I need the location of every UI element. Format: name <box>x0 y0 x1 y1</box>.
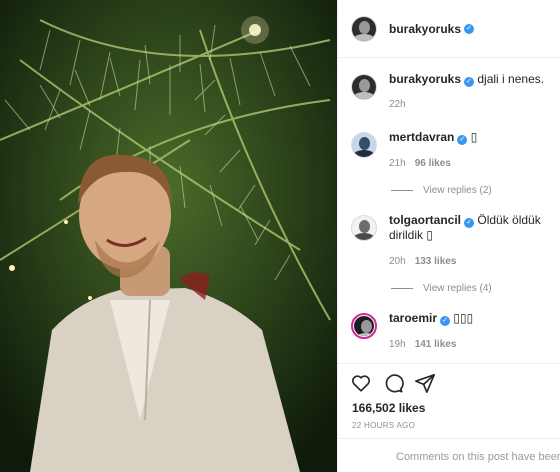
commenter-avatar[interactable] <box>351 215 377 241</box>
view-replies-button[interactable]: View replies (2) <box>391 185 560 196</box>
commenter-avatar[interactable] <box>351 313 377 339</box>
share-icon[interactable] <box>414 372 436 394</box>
author-avatar[interactable] <box>351 15 377 42</box>
comment-username[interactable]: tolgaortancil <box>389 213 461 227</box>
caption-avatar[interactable] <box>351 74 377 100</box>
comment-text: ▯ <box>470 130 478 144</box>
view-replies-label: View replies (2) <box>423 185 492 196</box>
post-actions: 166,502 likes 22 HOURS AGO Comments on t… <box>338 363 560 472</box>
comment-time[interactable]: 19h <box>389 339 406 350</box>
likes-count[interactable]: 166,502 likes <box>352 401 560 415</box>
post-timestamp[interactable]: 22 HOURS AGO <box>352 421 560 430</box>
verified-icon: ✓ <box>440 316 451 326</box>
comment-icon[interactable] <box>382 372 404 394</box>
verified-icon: ✓ <box>464 77 475 87</box>
comment-text: ▯▯▯ <box>453 311 474 325</box>
photo-image <box>0 0 337 472</box>
caption-time[interactable]: 22h <box>389 99 406 110</box>
comment-username[interactable]: taroemir <box>389 311 437 325</box>
comment-likes[interactable]: 133 likes <box>415 256 457 267</box>
caption-text: djali i nenes. <box>477 72 545 86</box>
verified-icon: ✓ <box>464 23 475 34</box>
list-item: tolgaortancil ✓ Öldük öldük dirildik ▯ 20… <box>351 213 560 269</box>
caption-username[interactable]: burakyoruks <box>389 72 461 86</box>
list-item: taroemir ✓ ▯▯▯ 19h 141 likes <box>351 311 560 352</box>
view-replies-label: View replies (4) <box>423 283 492 294</box>
post-side-panel: burakyoruks ✓ burakyoruks ✓ djali i nenes… <box>337 0 560 472</box>
view-replies-button[interactable]: View replies (4) <box>391 283 560 294</box>
commenter-avatar[interactable] <box>351 132 377 158</box>
post-photo[interactable] <box>0 0 337 472</box>
heart-icon[interactable] <box>350 372 372 394</box>
comment-time[interactable]: 20h <box>389 256 406 267</box>
comment-username[interactable]: mertdavran <box>389 130 454 144</box>
post-header: burakyoruks ✓ <box>338 0 560 58</box>
list-item: mertdavran ✓ ▯ 21h 96 likes <box>351 130 560 171</box>
verified-icon: ✓ <box>464 218 475 228</box>
comment-likes[interactable]: 96 likes <box>415 158 451 169</box>
author-username[interactable]: burakyoruks <box>389 22 461 36</box>
comment-time[interactable]: 21h <box>389 158 406 169</box>
verified-icon: ✓ <box>457 135 468 145</box>
caption: burakyoruks ✓ djali i nenes. 22h <box>351 72 560 112</box>
comments-list[interactable]: burakyoruks ✓ djali i nenes. 22h mertdavr… <box>338 58 560 363</box>
comments-limited-notice: Comments on this post have been limit <box>338 438 560 472</box>
comment-likes[interactable]: 141 likes <box>415 339 457 350</box>
